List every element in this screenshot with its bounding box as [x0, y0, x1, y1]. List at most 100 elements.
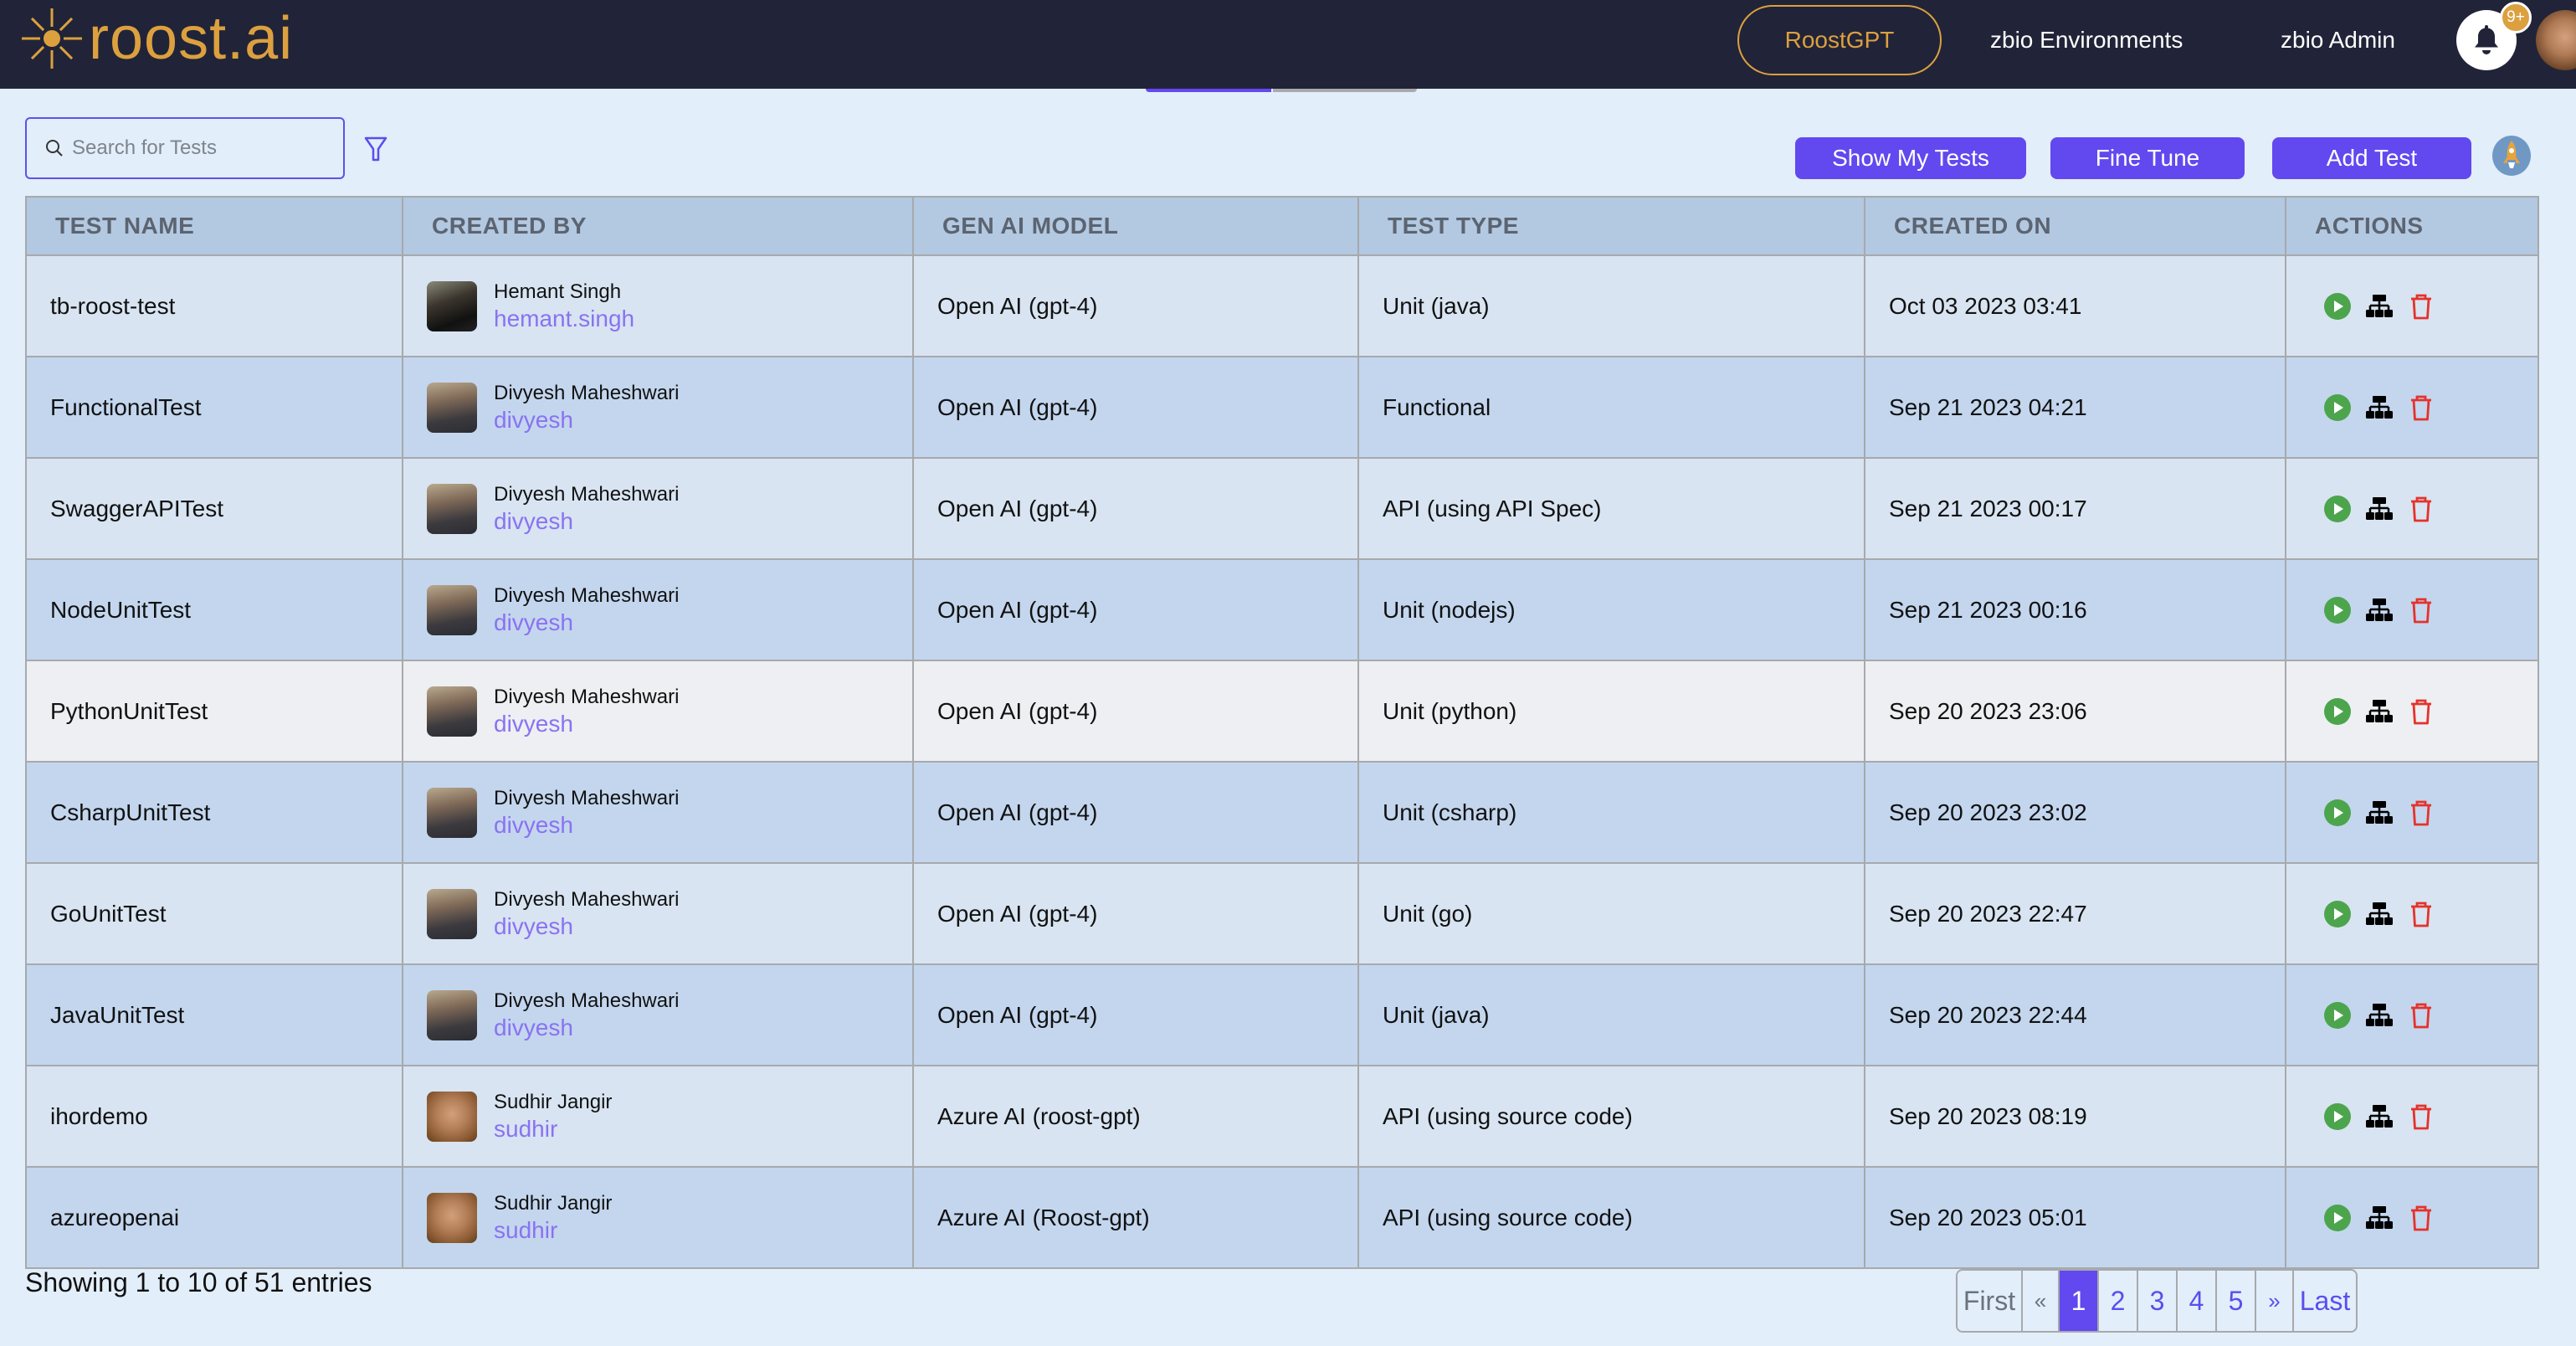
- tab-indicator-active[interactable]: [1146, 89, 1271, 92]
- creator-handle-link[interactable]: divyesh: [494, 710, 679, 738]
- delete-test-button[interactable]: [2407, 1001, 2435, 1030]
- created-by-cell: Divyesh Maheshwari divyesh: [402, 457, 914, 560]
- show-my-tests-button[interactable]: Show My Tests: [1795, 137, 2026, 179]
- creator-handle-link[interactable]: divyesh: [494, 912, 679, 941]
- nav-zbio-admin[interactable]: zbio Admin: [2281, 5, 2395, 75]
- table-row[interactable]: CsharpUnitTest Divyesh Maheshwari divyesh O…: [25, 761, 2539, 864]
- add-test-button[interactable]: Add Test: [2272, 137, 2471, 179]
- test-name-cell[interactable]: SwaggerAPITest: [25, 457, 403, 560]
- notification-badge: 9+: [2500, 2, 2532, 33]
- test-name-cell[interactable]: GoUnitTest: [25, 862, 403, 965]
- table-row[interactable]: azureopenai Sudhir Jangir sudhir Azure AI (…: [25, 1166, 2539, 1269]
- table-row[interactable]: GoUnitTest Divyesh Maheshwari divyesh Open …: [25, 862, 2539, 965]
- run-test-button[interactable]: [2323, 799, 2352, 827]
- creator-info: Divyesh Maheshwari divyesh: [494, 886, 679, 941]
- delete-test-button[interactable]: [2407, 1204, 2435, 1232]
- pagination-page-4[interactable]: 4: [2176, 1271, 2215, 1331]
- roost-logo[interactable]: roost.ai: [18, 2, 293, 75]
- pagination-next[interactable]: »: [2255, 1271, 2292, 1331]
- column-header-test-name[interactable]: TEST NAME: [25, 196, 403, 256]
- run-test-button[interactable]: [2323, 292, 2352, 321]
- pagination-page-3[interactable]: 3: [2137, 1271, 2176, 1331]
- test-structure-button[interactable]: [2365, 799, 2394, 827]
- table-row[interactable]: PythonUnitTest Divyesh Maheshwari divyesh O…: [25, 660, 2539, 763]
- test-name-cell[interactable]: NodeUnitTest: [25, 558, 403, 661]
- run-test-button[interactable]: [2323, 1102, 2352, 1131]
- column-header-gen-ai-model[interactable]: GEN AI MODEL: [912, 196, 1359, 256]
- run-test-button[interactable]: [2323, 1001, 2352, 1030]
- table-row[interactable]: NodeUnitTest Divyesh Maheshwari divyesh Ope…: [25, 558, 2539, 661]
- delete-test-button[interactable]: [2407, 697, 2435, 726]
- delete-test-button[interactable]: [2407, 900, 2435, 928]
- actions-cell: [2285, 1065, 2539, 1168]
- test-structure-button[interactable]: [2365, 900, 2394, 928]
- creator-avatar: [427, 989, 477, 1040]
- test-name-cell[interactable]: PythonUnitTest: [25, 660, 403, 763]
- fine-tune-button[interactable]: Fine Tune: [2050, 137, 2245, 179]
- run-test-button[interactable]: [2323, 900, 2352, 928]
- test-structure-button[interactable]: [2365, 495, 2394, 523]
- delete-test-button[interactable]: [2407, 495, 2435, 523]
- table-row[interactable]: ihordemo Sudhir Jangir sudhir Azure AI (roo…: [25, 1065, 2539, 1168]
- creator-handle-link[interactable]: divyesh: [494, 811, 679, 840]
- delete-test-button[interactable]: [2407, 799, 2435, 827]
- search-input[interactable]: [72, 136, 323, 160]
- test-structure-button[interactable]: [2365, 697, 2394, 726]
- test-structure-button[interactable]: [2365, 393, 2394, 422]
- delete-test-button[interactable]: [2407, 393, 2435, 422]
- sitemap-icon: [2366, 598, 2393, 621]
- nav-roostgpt[interactable]: RoostGPT: [1737, 5, 1942, 75]
- table-row[interactable]: FunctionalTest Divyesh Maheshwari divyesh O…: [25, 356, 2539, 459]
- pagination-first[interactable]: First: [1958, 1271, 2021, 1331]
- rocket-button[interactable]: [2492, 136, 2531, 176]
- run-test-button[interactable]: [2323, 1204, 2352, 1232]
- creator-handle-link[interactable]: hemant.singh: [494, 305, 634, 333]
- pagination-last[interactable]: Last: [2292, 1271, 2356, 1331]
- play-icon: [2324, 495, 2351, 522]
- sitemap-icon: [2366, 1104, 2393, 1128]
- column-header-created-by[interactable]: CREATED BY: [402, 196, 914, 256]
- run-test-button[interactable]: [2323, 697, 2352, 726]
- table-row[interactable]: SwaggerAPITest Divyesh Maheshwari divyesh O…: [25, 457, 2539, 560]
- user-avatar[interactable]: [2536, 10, 2576, 70]
- pagination-page-1[interactable]: 1: [2058, 1271, 2097, 1331]
- delete-test-button[interactable]: [2407, 596, 2435, 624]
- test-name-cell[interactable]: azureopenai: [25, 1166, 403, 1269]
- test-structure-button[interactable]: [2365, 1102, 2394, 1131]
- tab-indicator-inactive[interactable]: [1273, 89, 1417, 92]
- row-actions: [2310, 292, 2538, 321]
- nav-zbio-environments[interactable]: zbio Environments: [1990, 5, 2183, 75]
- delete-test-button[interactable]: [2407, 292, 2435, 321]
- filter-icon[interactable]: [363, 136, 388, 162]
- creator-handle-link[interactable]: divyesh: [494, 406, 679, 434]
- table-row[interactable]: JavaUnitTest Divyesh Maheshwari divyesh Ope…: [25, 963, 2539, 1066]
- pagination-page-2[interactable]: 2: [2097, 1271, 2137, 1331]
- creator-handle-link[interactable]: sudhir: [494, 1115, 612, 1143]
- table-row[interactable]: tb-roost-test Hemant Singh hemant.singh Ope…: [25, 254, 2539, 357]
- creator-handle-link[interactable]: divyesh: [494, 609, 679, 637]
- run-test-button[interactable]: [2323, 393, 2352, 422]
- pagination-prev[interactable]: «: [2021, 1271, 2058, 1331]
- test-structure-button[interactable]: [2365, 596, 2394, 624]
- test-name-cell[interactable]: ihordemo: [25, 1065, 403, 1168]
- creator-handle-link[interactable]: sudhir: [494, 1216, 612, 1245]
- column-header-created-on[interactable]: CREATED ON: [1864, 196, 2286, 256]
- column-header-test-type[interactable]: TEST TYPE: [1357, 196, 1865, 256]
- created-on-cell: Sep 20 2023 08:19: [1864, 1065, 2286, 1168]
- test-structure-button[interactable]: [2365, 292, 2394, 321]
- run-test-button[interactable]: [2323, 495, 2352, 523]
- creator-info: Divyesh Maheshwari divyesh: [494, 684, 679, 738]
- pagination-page-5[interactable]: 5: [2215, 1271, 2255, 1331]
- creator-handle-link[interactable]: divyesh: [494, 1014, 679, 1042]
- test-structure-button[interactable]: [2365, 1204, 2394, 1232]
- creator-avatar: [427, 686, 477, 737]
- test-name-cell[interactable]: tb-roost-test: [25, 254, 403, 357]
- creator-handle-link[interactable]: divyesh: [494, 507, 679, 536]
- test-name-cell[interactable]: CsharpUnitTest: [25, 761, 403, 864]
- creator-info: Hemant Singh hemant.singh: [494, 279, 634, 333]
- test-structure-button[interactable]: [2365, 1001, 2394, 1030]
- delete-test-button[interactable]: [2407, 1102, 2435, 1131]
- run-test-button[interactable]: [2323, 596, 2352, 624]
- test-name-cell[interactable]: JavaUnitTest: [25, 963, 403, 1066]
- test-name-cell[interactable]: FunctionalTest: [25, 356, 403, 459]
